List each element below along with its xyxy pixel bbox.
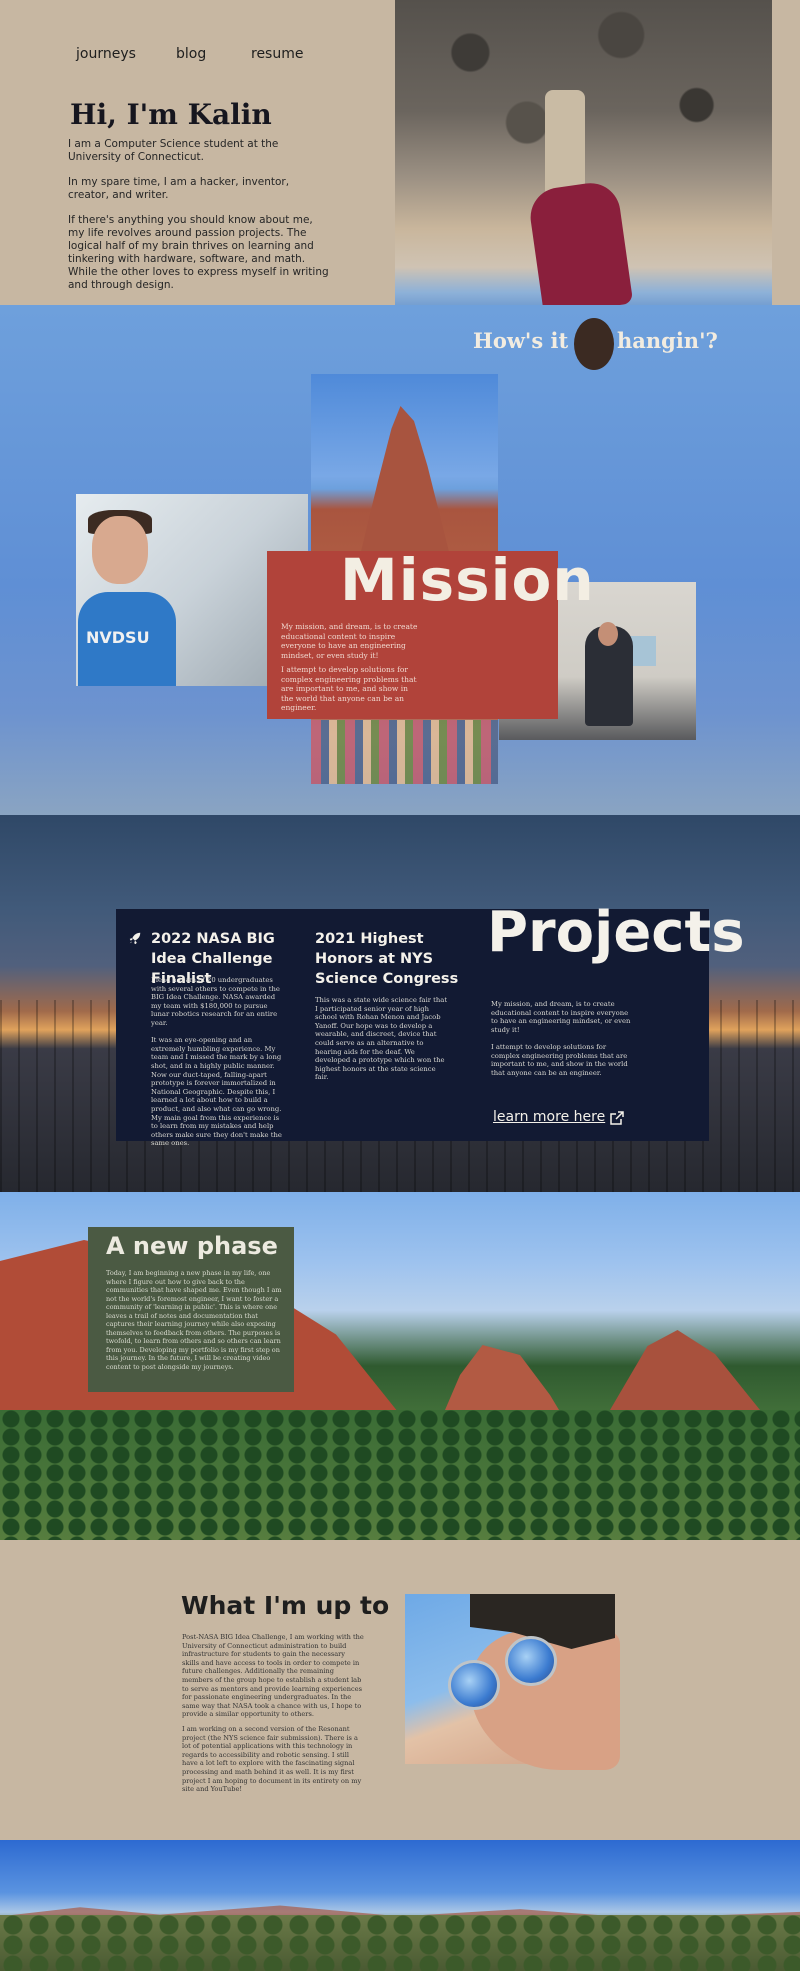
banner-brush [0,1915,800,1971]
project-2-text: This was a state wide science fair that … [315,996,448,1082]
lab-shirt-text: NVDSU [86,628,150,647]
hero-title: Hi, I'm Kalin [70,98,272,131]
presentation-board [630,636,656,666]
photo-person-jacket [526,179,634,316]
crowd-photo-strip [311,720,498,784]
photo-person-head-overlap [574,318,614,370]
new-phase-text: Today, I am beginning a new phase in my … [106,1269,282,1371]
hero-intro-text: I am a Computer Science student at the U… [68,138,279,163]
projects-title: Projects [487,900,745,965]
project-2-title: 2021 Highest Honors at NYS Science Congr… [315,931,459,987]
up-to-text-2: I am working on a second version of the … [182,1725,362,1794]
projects-side-text-1: My mission, and dream, is to create educ… [491,1000,631,1034]
sunglasses-lens-left [448,1660,500,1710]
up-to-title: What I'm up to [181,1591,390,1620]
nav-blog-link[interactable]: blog [176,46,206,62]
hero-about-text: If there's anything you should know abou… [68,214,329,291]
forest-foreground [0,1410,800,1540]
sunglasses-lens-right [505,1636,557,1686]
mission-text-1: My mission, and dream, is to create educ… [281,622,418,660]
lab-photo-face [92,516,148,584]
presenter-head [598,622,618,646]
greeting-right: hangin'? [617,328,718,353]
projects-side-text-2: I attempt to develop solutions for compl… [491,1043,628,1077]
up-to-section [0,1540,800,1840]
mission-title: Mission [340,546,595,614]
project-1-text: I lead a team of 20 undergraduates with … [151,976,282,1148]
external-link-icon[interactable] [609,1110,625,1126]
greeting-left: How's it [473,328,569,353]
up-to-text-1: Post-NASA BIG Idea Challenge, I am worki… [182,1633,364,1719]
rocket-icon [128,931,142,945]
nav-journeys-link[interactable]: journeys [76,46,136,62]
new-phase-title: A new phase [106,1232,278,1260]
mission-text-2: I attempt to develop solutions for compl… [281,665,417,712]
learn-more-link[interactable]: learn more here [493,1109,605,1125]
hero-hobbies-text: In my spare time, I am a hacker, invento… [68,176,290,201]
nav-resume-link[interactable]: resume [251,46,303,62]
